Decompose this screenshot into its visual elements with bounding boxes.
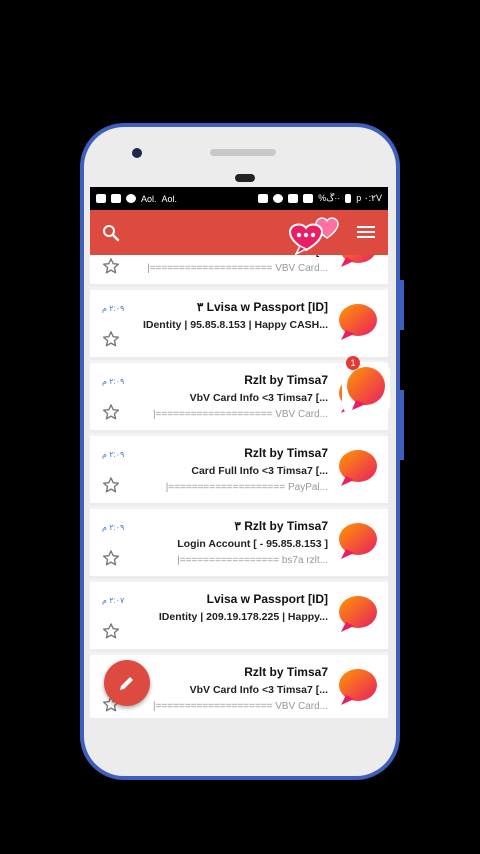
device-screen: Aol. Aol. %ڱ·· p ٠:٢V |=================…	[90, 187, 388, 718]
email-from: Rzlt by Timsa7	[244, 446, 328, 460]
star-icon[interactable]	[102, 622, 120, 640]
email-time: ٢:٠٩ م	[102, 523, 125, 532]
star-icon[interactable]	[102, 549, 120, 567]
email-snippet: |==================== VBV Card...	[153, 701, 328, 712]
sender-avatar	[339, 669, 377, 705]
battery-icon	[345, 194, 352, 203]
sender-avatar	[339, 596, 377, 632]
email-from: Rzlt by Timsa7	[244, 373, 328, 387]
email-time: ٢:٠٩ م	[102, 304, 125, 313]
aol-label: Aol.	[161, 193, 178, 204]
email-subject: VbV Card Info <3 Timsa7 [...	[189, 684, 328, 696]
sender-avatar	[341, 255, 375, 267]
notification-badge: 1	[346, 356, 360, 370]
email-from: Lvisa w Passport [ID]	[206, 592, 328, 606]
sender-avatar	[339, 523, 377, 559]
front-camera	[132, 148, 142, 158]
back-arrow-icon	[96, 194, 106, 203]
email-row[interactable]: VbV Card Info <3 Timsa7 [... |===========…	[90, 255, 388, 287]
sender-avatar	[339, 304, 377, 340]
email-snippet: |==================== PayPal...	[165, 482, 328, 493]
power-button	[400, 390, 404, 460]
email-time: ٢:٠٩ م	[102, 450, 125, 459]
pencil-icon	[120, 677, 133, 690]
aol-label: Aol.	[141, 193, 157, 204]
star-icon[interactable]	[102, 257, 120, 275]
sender-avatar	[339, 450, 377, 486]
search-icon[interactable]	[102, 224, 120, 242]
email-row[interactable]: ٢:٠٩ م ٣ Rzlt by Timsa7 Login Account [ - …	[90, 509, 388, 579]
mute-icon	[258, 194, 269, 203]
email-from: Rzlt by Timsa7	[244, 665, 328, 679]
email-subject: Card Full Info <3 Timsa7 [...	[191, 465, 328, 477]
email-subject: IDentity | 95.85.8.153 | Happy CASH...	[142, 319, 328, 331]
alarm-icon	[273, 194, 284, 203]
email-snippet: |================= bs7a rzlt...	[177, 555, 328, 566]
clock: p ٠:٢V	[356, 193, 382, 203]
email-list: VbV Card Info <3 Timsa7 [... |===========…	[90, 255, 388, 718]
email-row[interactable]: ٢:٠٧ م Lvisa w Passport [ID] IDentity | 20…	[90, 582, 388, 652]
email-snippet: |==================== VBV Card...	[153, 409, 328, 420]
star-icon[interactable]	[102, 476, 120, 494]
battery-percent: %ڱ··	[318, 193, 341, 203]
proximity-sensor	[235, 174, 255, 182]
hamburger-menu-icon[interactable]	[356, 224, 376, 240]
email-subject: Login Account [ - 95.85.8.153 ]	[177, 538, 328, 550]
email-from: ٣ Rzlt by Timsa7	[234, 519, 328, 533]
earpiece-speaker	[210, 149, 276, 156]
status-bar: Aol. Aol. %ڱ·· p ٠:٢V	[90, 187, 388, 210]
star-icon[interactable]	[102, 330, 120, 348]
wifi-icon	[288, 194, 299, 203]
signal-icon	[303, 194, 314, 203]
email-time: ٢:٠٧ م	[102, 596, 125, 605]
chat-hearts-logo	[288, 217, 339, 256]
email-snippet: |===================== VBV Card...	[147, 263, 328, 274]
messenger-icon	[126, 194, 136, 203]
email-subject: IDentity | 209.19.178.225 | Happy...	[158, 611, 328, 623]
facebook-icon	[111, 194, 121, 203]
compose-button[interactable]	[104, 660, 150, 706]
app-bar	[90, 210, 388, 256]
email-row[interactable]: ٢:٠٩ م ٣ Lvisa w Passport [ID] IDentity | …	[90, 290, 388, 360]
star-icon[interactable]	[102, 403, 120, 421]
chat-head-bubble[interactable]	[342, 362, 390, 414]
email-row[interactable]: ٢:٠٩ م Rzlt by Timsa7 Card Full Info <3 Ti…	[90, 436, 388, 506]
email-from: ٣ Lvisa w Passport [ID]	[196, 300, 328, 314]
volume-button	[400, 280, 404, 330]
email-subject: VbV Card Info <3 Timsa7 [...	[189, 392, 328, 404]
email-subject: VbV Card Info <3 Timsa7 [...	[190, 255, 328, 258]
email-time: ٢:٠٩ م	[102, 377, 125, 386]
